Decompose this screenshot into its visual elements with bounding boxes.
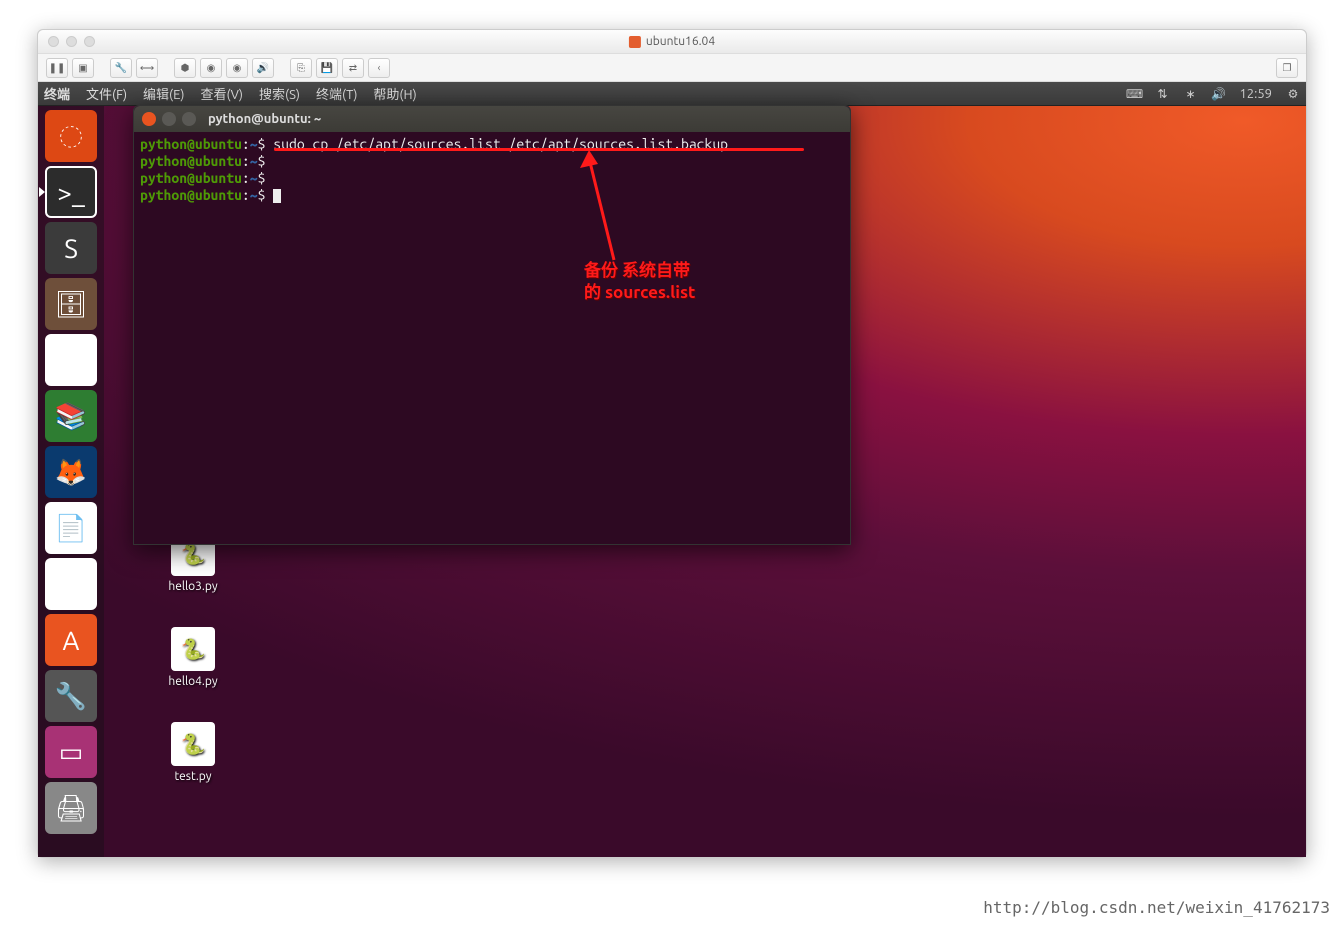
file-label: test.py: [158, 770, 228, 783]
watermark: http://blog.csdn.net/weixin_41762173: [983, 898, 1330, 917]
topbar-app-name: 终端: [44, 84, 70, 103]
annotation-line2: 的 sources.list: [584, 282, 695, 304]
display-icon[interactable]: ▭: [45, 726, 97, 778]
printer-icon[interactable]: 🖨: [45, 782, 97, 834]
cursor: [273, 189, 281, 203]
wrench-icon[interactable]: 🔧: [110, 58, 132, 78]
close-icon[interactable]: [142, 112, 156, 126]
host-title: ubuntu16.04: [629, 35, 715, 48]
resize-icon[interactable]: ⟷: [136, 58, 158, 78]
python-file-icon: [171, 722, 215, 766]
host-toolbar: ❚❚ ▣ 🔧 ⟷ ⬢ ◉ ◉ 🔊 ⎘ 💾 ⇄ ‹ ❐: [38, 54, 1306, 82]
system-tray: ⌨ ⇅ ∗ 🔊 12:59 ⚙: [1127, 87, 1300, 101]
sublime-icon[interactable]: S: [45, 222, 97, 274]
annotation-text: 备份 系统自带 的 sources.list: [584, 260, 695, 304]
desktop-file[interactable]: hello4.py: [158, 627, 228, 688]
pause-icon[interactable]: ❚❚: [46, 58, 68, 78]
host-vm-window: ubuntu16.04 ❚❚ ▣ 🔧 ⟷ ⬢ ◉ ◉ 🔊 ⎘ 💾 ⇄ ‹ ❐ 终…: [37, 29, 1307, 858]
firefox-icon[interactable]: 🦊: [45, 446, 97, 498]
terminal-window[interactable]: python@ubuntu: ~ python@ubuntu:~$ sudo c…: [133, 105, 851, 545]
terminal-title: python@ubuntu: ~: [208, 112, 321, 126]
menu-view[interactable]: 搜索(S): [259, 84, 300, 103]
minimize-icon[interactable]: [162, 112, 176, 126]
usb-icon[interactable]: ⎘: [290, 58, 312, 78]
books-icon[interactable]: 📚: [45, 390, 97, 442]
terminal-line: python@ubuntu:~$: [140, 170, 844, 187]
host-titlebar: ubuntu16.04: [38, 30, 1306, 54]
host-traffic-lights[interactable]: [48, 36, 95, 47]
clock[interactable]: 12:59: [1239, 87, 1272, 101]
files-icon[interactable]: 🗄: [45, 278, 97, 330]
sound-icon[interactable]: 🔊: [252, 58, 274, 78]
host-title-text: ubuntu16.04: [646, 35, 715, 48]
cd1-icon[interactable]: ◉: [200, 58, 222, 78]
calc-icon[interactable]: ▦: [45, 558, 97, 610]
writer-icon[interactable]: 📄: [45, 502, 97, 554]
desktop-file[interactable]: test.py: [158, 722, 228, 783]
terminal-body[interactable]: python@ubuntu:~$ sudo cp /etc/apt/source…: [134, 132, 850, 208]
vm-icon: [629, 36, 641, 48]
network-icon[interactable]: ⇅: [1155, 87, 1169, 101]
file-label: hello4.py: [158, 675, 228, 688]
screenshot-icon[interactable]: ▣: [72, 58, 94, 78]
gear-icon[interactable]: ⚙: [1286, 87, 1300, 101]
swap-icon[interactable]: ⇄: [342, 58, 364, 78]
unity-launcher: ◌>_S🗄◉📚🦊📄▦A🔧▭🖨: [38, 106, 104, 857]
file-label: hello3.py: [158, 580, 228, 593]
menu-bar: 文件(F) 编辑(E) 查看(V) 搜索(S) 终端(T) 帮助(H): [86, 84, 433, 103]
terminal-line: python@ubuntu:~$: [140, 187, 844, 204]
host-close-icon[interactable]: [48, 36, 59, 47]
annotation-underline: [274, 148, 804, 151]
menu-file[interactable]: 编辑(E): [143, 84, 184, 103]
fullscreen-icon[interactable]: ❐: [1276, 58, 1298, 78]
menu-search[interactable]: 终端(T): [316, 84, 357, 103]
save-icon[interactable]: 💾: [316, 58, 338, 78]
unity-topbar: 终端 文件(F) 编辑(E) 查看(V) 搜索(S) 终端(T) 帮助(H) ⌨…: [38, 82, 1306, 106]
menu-edit[interactable]: 查看(V): [201, 84, 243, 103]
software-icon[interactable]: A: [45, 614, 97, 666]
python-file-icon: [171, 627, 215, 671]
maximize-icon[interactable]: [182, 112, 196, 126]
terminal-icon[interactable]: >_: [45, 166, 97, 218]
menu-terminal[interactable]: 文件(F): [86, 84, 127, 103]
host-max-icon[interactable]: [84, 36, 95, 47]
host-min-icon[interactable]: [66, 36, 77, 47]
terminal-line: python@ubuntu:~$: [140, 153, 844, 170]
settings-icon[interactable]: 🔧: [45, 670, 97, 722]
bluetooth-icon[interactable]: ∗: [1183, 87, 1197, 101]
ubuntu-desktop[interactable]: 终端 文件(F) 编辑(E) 查看(V) 搜索(S) 终端(T) 帮助(H) ⌨…: [38, 82, 1306, 857]
cd2-icon[interactable]: ◉: [226, 58, 248, 78]
chevron-icon[interactable]: ‹: [368, 58, 390, 78]
dash-icon[interactable]: ◌: [45, 110, 97, 162]
keyboard-icon[interactable]: ⌨: [1127, 87, 1141, 101]
volume-icon[interactable]: 🔊: [1211, 87, 1225, 101]
hdd-icon[interactable]: ⬢: [174, 58, 196, 78]
terminal-titlebar[interactable]: python@ubuntu: ~: [134, 106, 850, 132]
vm-screen: 终端 文件(F) 编辑(E) 查看(V) 搜索(S) 终端(T) 帮助(H) ⌨…: [38, 82, 1306, 857]
annotation-line1: 备份 系统自带: [584, 260, 695, 282]
menu-term[interactable]: 帮助(H): [373, 84, 416, 103]
chrome-icon[interactable]: ◉: [45, 334, 97, 386]
